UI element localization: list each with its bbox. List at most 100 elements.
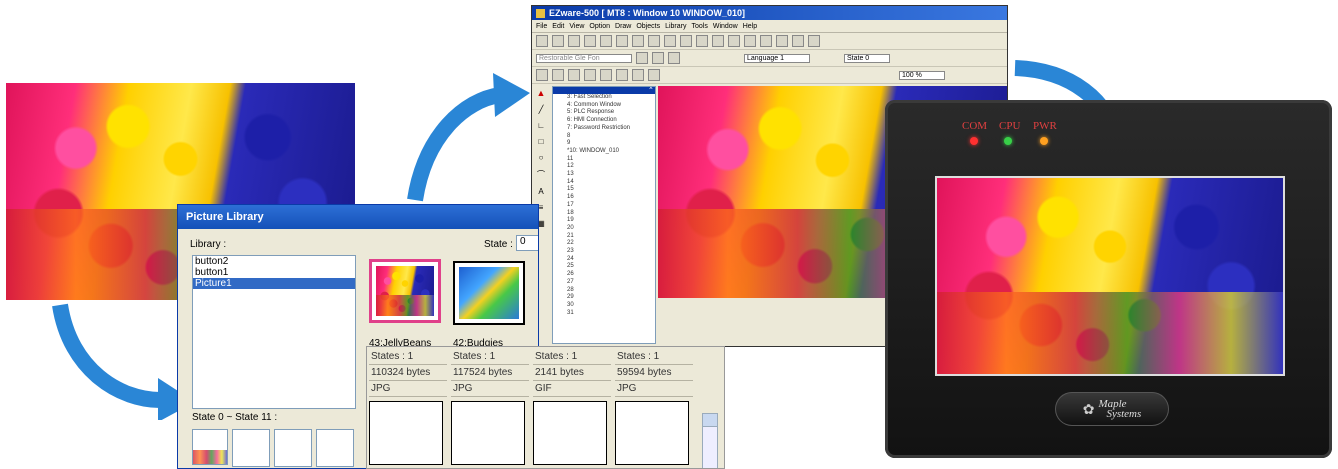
menu-window[interactable]: Window [713,23,738,30]
tree-item[interactable]: 18 [567,210,655,218]
tree-item[interactable]: 28 [567,287,655,295]
tree-item[interactable]: 15 [567,186,655,194]
text-icon[interactable] [728,35,740,47]
copy-icon[interactable] [600,35,612,47]
menu-tools[interactable]: Tools [692,23,708,30]
circle-icon[interactable]: ○ [539,153,544,162]
send-back-icon[interactable] [648,69,660,81]
library-item[interactable]: button2 [193,256,355,267]
redo-icon[interactable] [648,35,660,47]
paste-icon[interactable] [616,35,628,47]
menu-library[interactable]: Library [665,23,686,30]
tree-item[interactable]: 6: HMI Connection [567,117,655,125]
tree-item[interactable]: 31 [567,310,655,318]
state-thumb-2[interactable] [274,429,312,467]
menu-draw[interactable]: Draw [615,23,631,30]
tree-item[interactable]: 3: Fast Selection [567,94,655,102]
menu-option[interactable]: Option [589,23,610,30]
tree-item[interactable]: 13 [567,171,655,179]
align-icon[interactable] [760,35,772,47]
tree-item[interactable]: 27 [567,279,655,287]
state-thumb-0[interactable] [192,429,228,465]
menu-edit[interactable]: Edit [552,23,564,30]
picture-thumb-budgies[interactable] [453,261,525,325]
library-item-selected[interactable]: Picture1 [193,278,355,289]
bold-icon[interactable] [636,52,648,64]
arc-icon[interactable]: ⌒ [537,169,545,180]
picture-slot[interactable] [615,401,689,465]
align-right-icon[interactable] [552,69,564,81]
tree-item[interactable]: 19 [567,217,655,225]
same-width-icon[interactable] [600,69,612,81]
tree-item[interactable]: 29 [567,294,655,302]
tree-item[interactable]: 14 [567,179,655,187]
tree-item-selected[interactable]: *10: WINDOW_010 [567,148,655,156]
picture-slot[interactable] [369,401,443,465]
download-icon[interactable] [696,35,708,47]
align-top-icon[interactable] [568,69,580,81]
tree-item[interactable]: 4: Common Window [567,102,655,110]
tree-item[interactable]: 23 [567,248,655,256]
menu-help[interactable]: Help [743,23,757,30]
state-label: State : [484,239,513,250]
tree-item[interactable]: 24 [567,256,655,264]
tree-item[interactable]: 7: Password Restriction [567,125,655,133]
font-select[interactable]: Restorable Gle Fon [536,53,632,63]
new-icon[interactable] [536,35,548,47]
underline-icon[interactable] [668,52,680,64]
tree-item[interactable]: 30 [567,302,655,310]
tree-item[interactable]: 17 [567,202,655,210]
align-left-icon[interactable] [536,69,548,81]
simulate-icon[interactable] [680,35,692,47]
picture-slot[interactable] [451,401,525,465]
layer-icon[interactable] [808,35,820,47]
tree-item[interactable]: 21 [567,233,655,241]
tree-item[interactable]: 9 [567,140,655,148]
state-thumb-3[interactable] [316,429,354,467]
open-icon[interactable] [552,35,564,47]
tree-panel-header: × [553,87,655,94]
tree-item[interactable]: 16 [567,194,655,202]
menu-view[interactable]: View [569,23,584,30]
italic-icon[interactable] [652,52,664,64]
tree-item[interactable]: 22 [567,240,655,248]
vertical-scrollbar[interactable] [702,413,718,468]
polyline-icon[interactable]: ∟ [537,121,545,130]
scale-icon[interactable]: ≡ [539,203,544,212]
library-item[interactable]: button1 [193,267,355,278]
tree-item[interactable]: 25 [567,263,655,271]
rectangle-icon[interactable]: □ [539,137,544,146]
same-height-icon[interactable] [616,69,628,81]
state-select[interactable]: State 0 [844,53,890,63]
align-bottom-icon[interactable] [584,69,596,81]
tree-item[interactable]: 8 [567,133,655,141]
tree-item[interactable]: 20 [567,225,655,233]
close-icon[interactable]: × [649,87,653,92]
pointer-icon[interactable]: ▲ [537,88,546,98]
save-icon[interactable] [568,35,580,47]
bitmap-icon[interactable] [712,35,724,47]
tree-item[interactable]: 11 [567,156,655,164]
compile-icon[interactable] [664,35,676,47]
state-input[interactable]: 0 [516,235,538,251]
menu-objects[interactable]: Objects [636,23,660,30]
tree-item[interactable]: 26 [567,271,655,279]
text-tool-icon[interactable]: A [538,187,543,196]
menu-file[interactable]: File [536,23,547,30]
cut-icon[interactable] [584,35,596,47]
bring-front-icon[interactable] [632,69,644,81]
tree-item[interactable]: 5: PLC Response [567,109,655,117]
tree-item[interactable]: 12 [567,163,655,171]
ungroup-icon[interactable] [792,35,804,47]
language-select[interactable]: Language 1 [744,53,810,63]
picture-thumb-jellybeans[interactable] [369,259,441,323]
line-icon[interactable]: ╱ [539,105,544,114]
hmi-screen-picture[interactable] [937,178,1283,374]
picture-slot[interactable] [533,401,607,465]
scroll-up-icon[interactable] [703,414,717,427]
grid-icon[interactable] [744,35,756,47]
group-icon[interactable] [776,35,788,47]
undo-icon[interactable] [632,35,644,47]
zoom-select[interactable]: 100 % [899,70,945,80]
state-thumb-1[interactable] [232,429,270,467]
